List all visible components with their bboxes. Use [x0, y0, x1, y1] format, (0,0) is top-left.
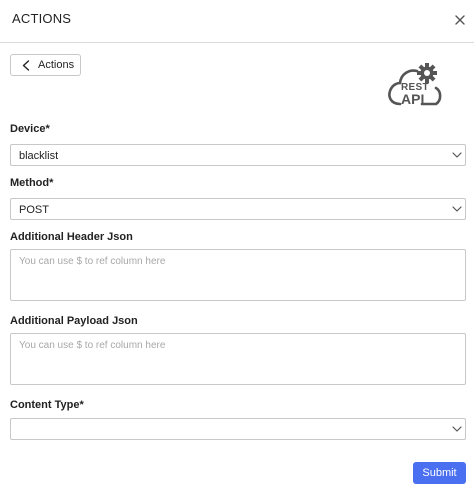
back-button[interactable]: Actions	[10, 54, 81, 76]
submit-button[interactable]: Submit	[413, 462, 466, 484]
close-icon[interactable]	[453, 13, 467, 27]
additional-payload-json-input[interactable]	[10, 333, 466, 385]
additional-payload-json-label: Additional Payload Json	[10, 315, 138, 327]
device-select[interactable]: blacklist	[10, 144, 466, 166]
method-label: Method*	[10, 177, 54, 189]
method-select[interactable]: POST	[10, 198, 466, 220]
chevron-down-icon	[452, 152, 462, 158]
content-type-label: Content Type*	[10, 399, 84, 411]
chevron-down-icon	[452, 426, 462, 432]
back-button-label: Actions	[38, 59, 75, 71]
panel-title: ACTIONS	[12, 11, 72, 26]
logo-text-api: API	[401, 91, 425, 107]
actions-panel: ACTIONS Actions REST API Device* blackli…	[0, 0, 474, 491]
chevron-left-icon	[22, 60, 30, 71]
content-type-select[interactable]	[10, 418, 466, 440]
additional-header-json-label: Additional Header Json	[10, 231, 133, 243]
panel-header: ACTIONS	[0, 0, 474, 43]
device-select-value: blacklist	[19, 150, 59, 162]
chevron-down-icon	[452, 206, 462, 212]
additional-header-json-input[interactable]	[10, 249, 466, 301]
method-select-value: POST	[19, 204, 49, 216]
device-label: Device*	[10, 123, 50, 135]
